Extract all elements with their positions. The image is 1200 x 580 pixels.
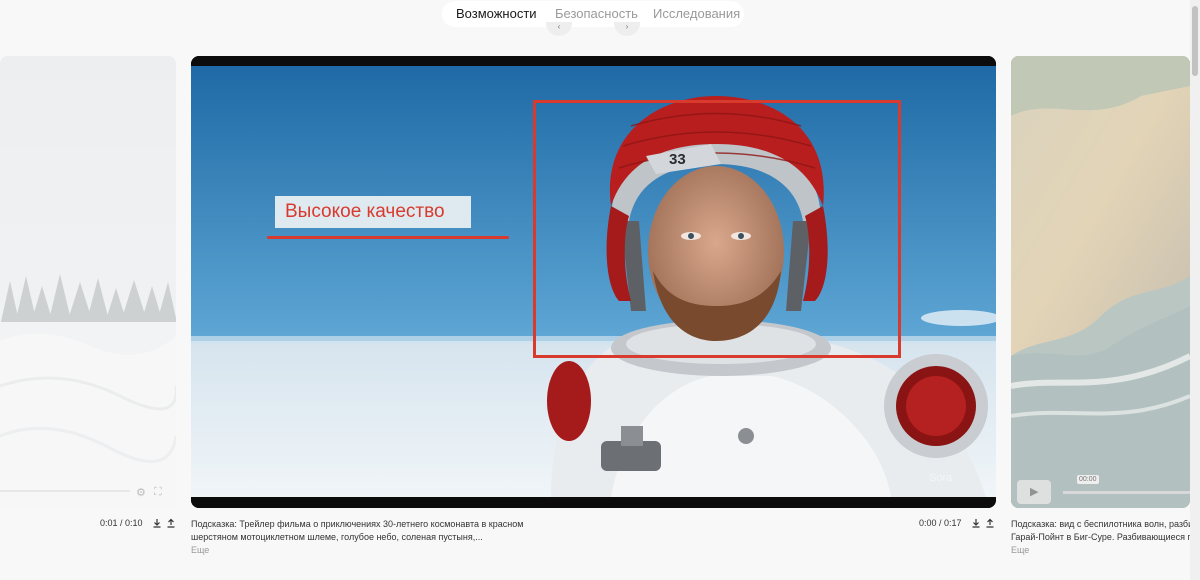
prev-arrow-button[interactable]: ‹ [546, 22, 572, 36]
download-icon[interactable] [152, 518, 162, 528]
video-card-left[interactable]: ⚙ ⛶ [0, 56, 176, 508]
tab-safety[interactable]: Безопасность [555, 6, 638, 22]
scrub-time-tooltip: 00:00 [1077, 475, 1099, 484]
download-icon[interactable] [971, 518, 981, 528]
quality-underline [267, 236, 509, 239]
page-scrollbar[interactable] [1190, 0, 1200, 580]
quality-label: Высокое качество [275, 196, 471, 228]
tab-features[interactable]: Возможности [456, 6, 537, 22]
progress-track[interactable] [1063, 491, 1190, 494]
prompt-line: Подсказка: Трейлер фильма о приключениях… [191, 519, 524, 529]
more-link[interactable]: Еще [191, 545, 209, 555]
feature-tabs: Возможности Безопасность Исследования [442, 1, 744, 27]
share-icon[interactable] [985, 518, 995, 528]
video-time-main: 0:00 / 0:17 [919, 518, 962, 528]
video-prompt-main: Подсказка: Трейлер фильма о приключениях… [191, 518, 551, 544]
video-time-left: 0:01 / 0:10 [100, 518, 143, 528]
play-button[interactable]: ▶ [1017, 480, 1051, 504]
play-icon: ▶ [1030, 486, 1039, 498]
video-card-right[interactable]: ▶ 00:00 [1011, 56, 1190, 508]
gear-icon[interactable]: ⚙ [136, 486, 146, 499]
video-prompt-right: Подсказка: вид с беспилотника волн, разб… [1011, 518, 1190, 544]
prompt-line: Гарай-Пойнт в Биг-Суре. Разбивающиеся го [1011, 532, 1190, 542]
video-player-main[interactable]: 33 Sora Высокое качество [191, 56, 996, 508]
share-icon[interactable] [166, 518, 176, 528]
quality-highlight-box [533, 100, 901, 358]
prompt-line: шерстяном мотоциклетном шлеме, голубое н… [191, 532, 483, 542]
svg-text:Sora: Sora [929, 472, 953, 484]
next-arrow-button[interactable]: › [614, 22, 640, 36]
tab-research[interactable]: Исследования [653, 6, 740, 22]
scrollbar-thumb[interactable] [1192, 6, 1198, 76]
fullscreen-icon[interactable]: ⛶ [154, 486, 162, 499]
prompt-line: Подсказка: вид с беспилотника волн, разб… [1011, 519, 1190, 529]
more-link[interactable]: Еще [1011, 545, 1029, 555]
